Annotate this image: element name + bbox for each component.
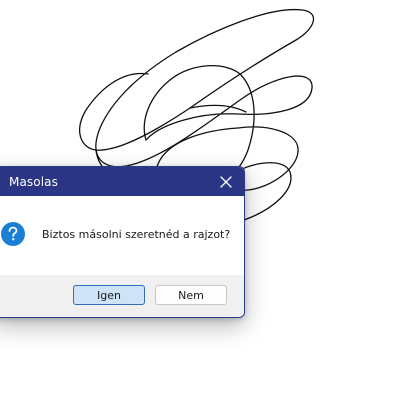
dialog-title: Masolas — [9, 174, 58, 189]
dialog-content: Biztos másolni szeretnéd a rajzot? — [0, 196, 244, 275]
dialog-message: Biztos másolni szeretnéd a rajzot? — [42, 228, 231, 241]
dialog-footer: Igen Nem — [0, 275, 244, 317]
no-button[interactable]: Nem — [155, 285, 227, 305]
close-button[interactable] — [214, 170, 238, 194]
dialog-titlebar[interactable]: Masolas — [0, 167, 244, 196]
question-icon — [1, 222, 25, 246]
close-icon — [220, 176, 232, 188]
confirm-dialog: Masolas Biztos másolni szeretnéd a rajzo… — [0, 166, 245, 318]
yes-button[interactable]: Igen — [73, 285, 145, 305]
